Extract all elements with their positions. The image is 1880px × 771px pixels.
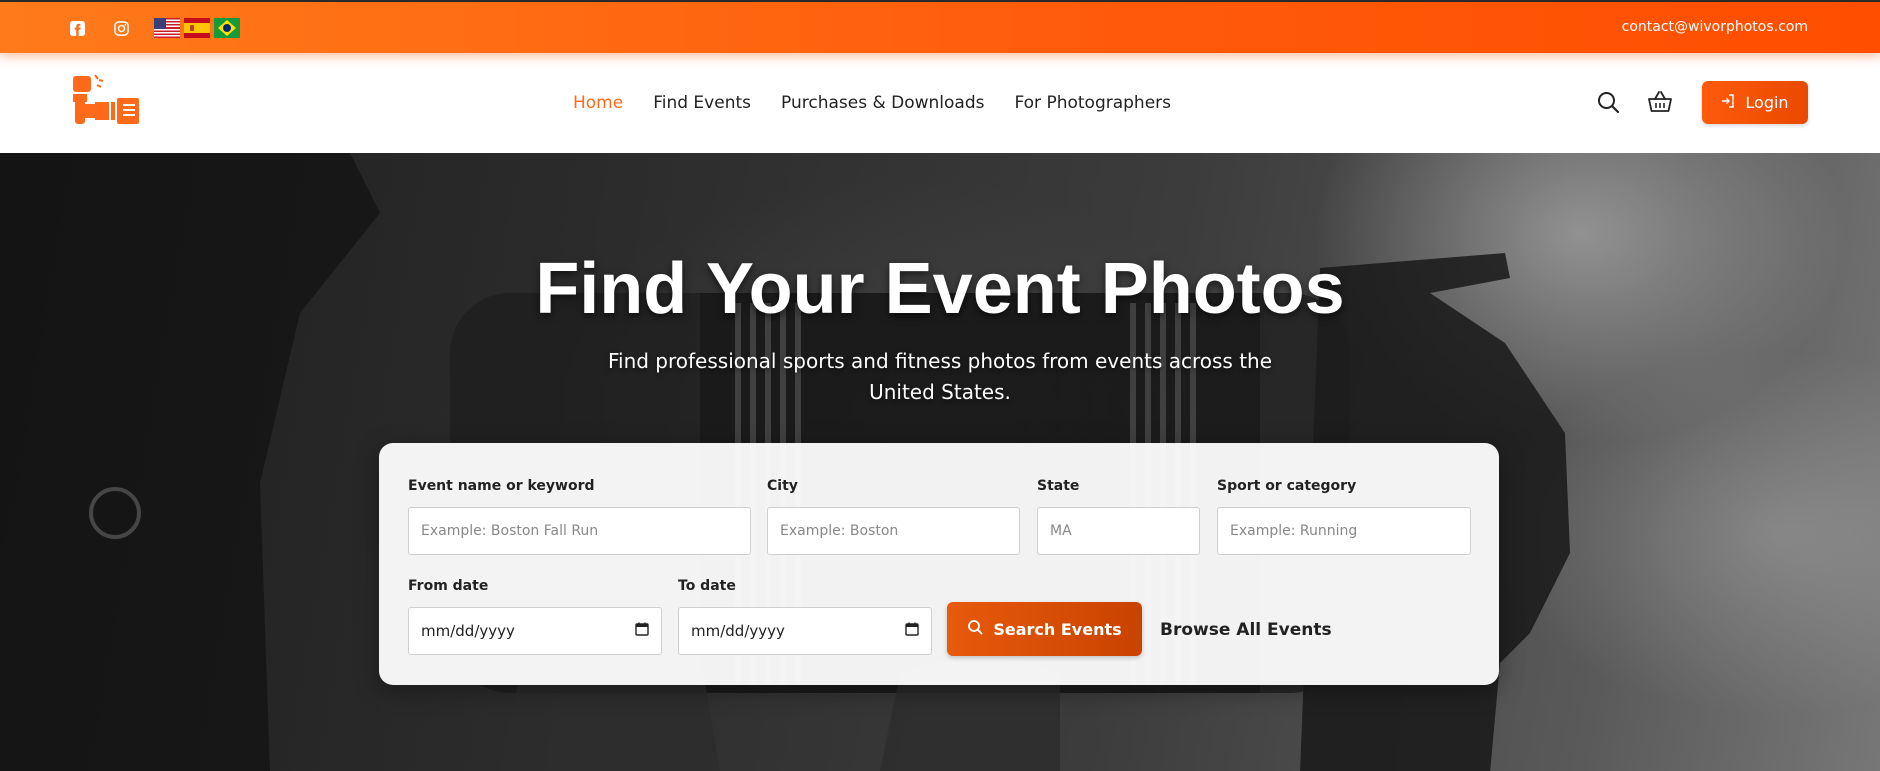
from-date-label: From date xyxy=(408,578,489,594)
search-events-label: Search Events xyxy=(993,619,1122,639)
page-title: Find Your Event Photos xyxy=(535,249,1345,329)
sport-field: Sport or category Example: Running xyxy=(1217,478,1471,555)
basket-icon[interactable] xyxy=(1646,88,1674,116)
from-date-field: From date mm/dd/yyyy xyxy=(408,578,662,655)
flag-br-icon[interactable] xyxy=(214,18,240,38)
city-label: City xyxy=(767,478,798,494)
city-input[interactable]: Example: Boston xyxy=(767,507,1020,555)
search-events-button[interactable]: Search Events xyxy=(947,602,1142,656)
state-input[interactable]: MA xyxy=(1037,507,1200,555)
contact-email-link[interactable]: contact@wivorphotos.com xyxy=(1622,19,1808,35)
state-label: State xyxy=(1037,478,1080,494)
logo-icon[interactable] xyxy=(71,74,141,126)
login-button[interactable]: Login xyxy=(1702,81,1808,124)
nav-menu: Home Find Events Purchases & Downloads F… xyxy=(573,93,1171,113)
sport-input[interactable]: Example: Running xyxy=(1217,507,1471,555)
nav-item-find-events[interactable]: Find Events xyxy=(653,93,751,113)
login-label: Login xyxy=(1745,93,1789,112)
language-selector xyxy=(154,18,240,38)
nav-item-home[interactable]: Home xyxy=(573,93,623,113)
city-field: City Example: Boston xyxy=(767,478,1020,555)
hero-subtitle: Find professional sports and fitness pho… xyxy=(607,349,1273,404)
flag-es-icon[interactable] xyxy=(184,18,210,38)
keyword-label: Event name or keyword xyxy=(408,478,595,494)
from-date-placeholder: mm/dd/yyyy xyxy=(421,622,515,640)
main-navbar: Home Find Events Purchases & Downloads F… xyxy=(0,53,1880,153)
to-date-placeholder: mm/dd/yyyy xyxy=(691,622,785,640)
calendar-icon[interactable] xyxy=(635,622,649,640)
top-bar: contact@wivorphotos.com xyxy=(0,0,1880,53)
keyword-field: Event name or keyword Example: Boston Fa… xyxy=(408,478,751,555)
from-date-input[interactable]: mm/dd/yyyy xyxy=(408,607,662,655)
keyword-input[interactable]: Example: Boston Fall Run xyxy=(408,507,751,555)
flag-us-icon[interactable] xyxy=(154,18,180,38)
login-icon xyxy=(1721,93,1735,112)
instagram-icon[interactable] xyxy=(111,18,131,38)
to-date-field: To date mm/dd/yyyy xyxy=(678,578,932,655)
search-icon[interactable] xyxy=(1594,88,1622,116)
to-date-label: To date xyxy=(678,578,736,594)
nav-item-purchases-downloads[interactable]: Purchases & Downloads xyxy=(781,93,984,113)
browse-all-events-link[interactable]: Browse All Events xyxy=(1160,620,1332,640)
search-icon xyxy=(967,619,983,639)
nav-item-for-photographers[interactable]: For Photographers xyxy=(1014,93,1171,113)
state-field: State MA xyxy=(1037,478,1200,555)
calendar-icon[interactable] xyxy=(905,622,919,640)
search-form-card: Event name or keyword Example: Boston Fa… xyxy=(379,443,1499,685)
sport-label: Sport or category xyxy=(1217,478,1357,494)
to-date-input[interactable]: mm/dd/yyyy xyxy=(678,607,932,655)
facebook-icon[interactable] xyxy=(67,18,87,38)
